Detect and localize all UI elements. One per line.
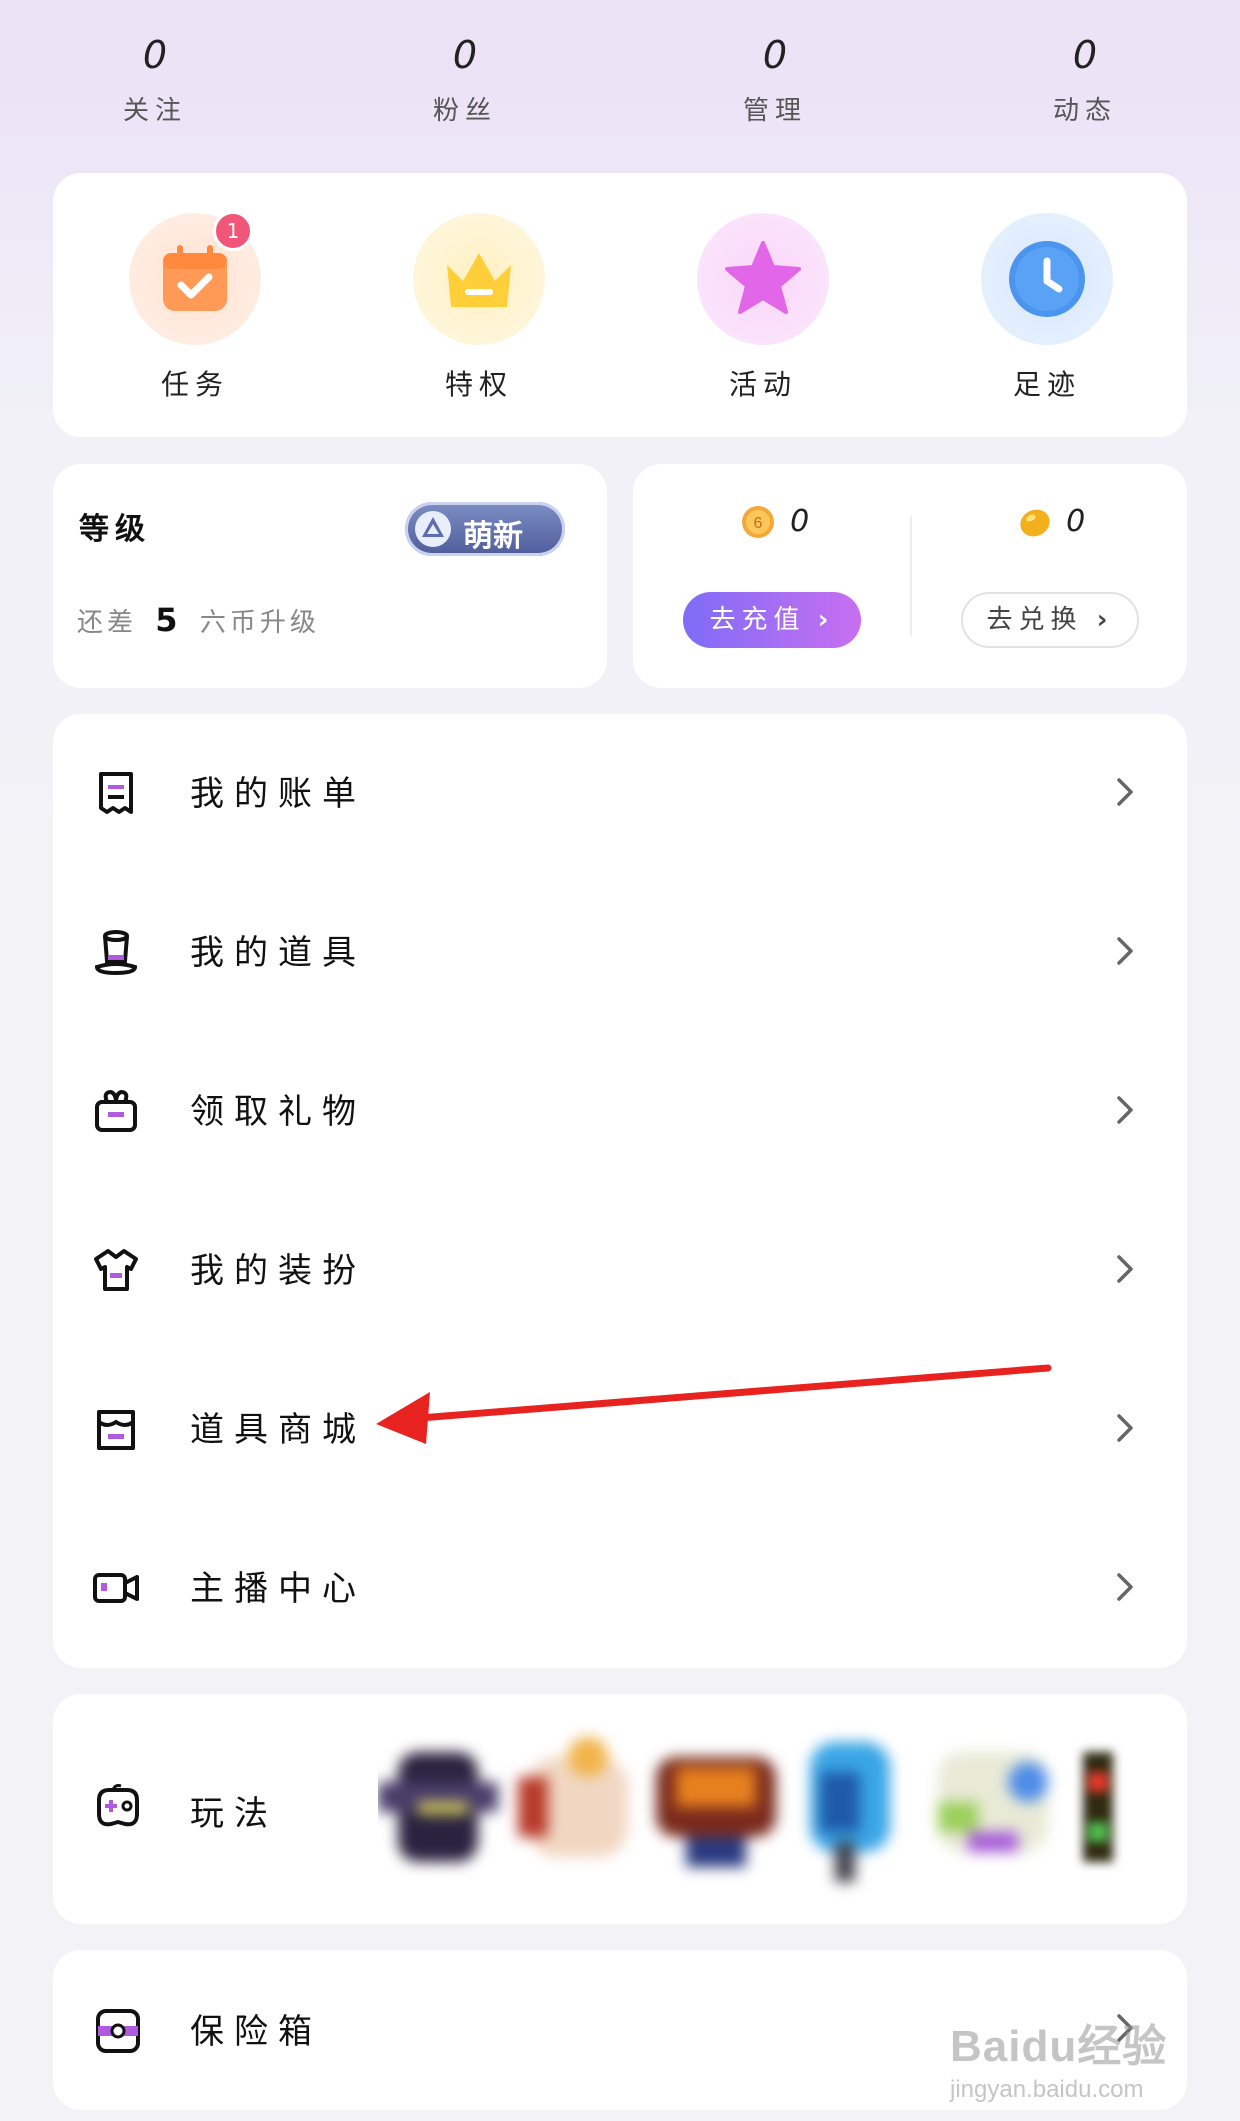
play-card[interactable]: 玩法 (53, 1694, 1187, 1924)
game-thumbnail-1[interactable] (378, 1742, 498, 1872)
game-thumbnails[interactable] (378, 1712, 1187, 1912)
safe-box-label: 保险箱 (190, 2012, 322, 2052)
game-thumbnail-4[interactable] (790, 1732, 910, 1882)
game-thumbnail-6[interactable] (1078, 1752, 1118, 1862)
game-thumbnail-5[interactable] (928, 1732, 1058, 1882)
watermark-logo: Baidu经验 (950, 2022, 1168, 2071)
game-thumbnail-2[interactable] (518, 1737, 638, 1877)
baidu-watermark: Baidu经验 jingyan.baidu.com (950, 2010, 1190, 2104)
safe-box-icon (96, 2009, 140, 2053)
game-thumbnail-3[interactable] (656, 1737, 776, 1877)
play-label: 玩法 (190, 1794, 278, 1834)
watermark-url: jingyan.baidu.com (950, 2076, 1144, 2103)
gamepad-icon (97, 1784, 139, 1827)
